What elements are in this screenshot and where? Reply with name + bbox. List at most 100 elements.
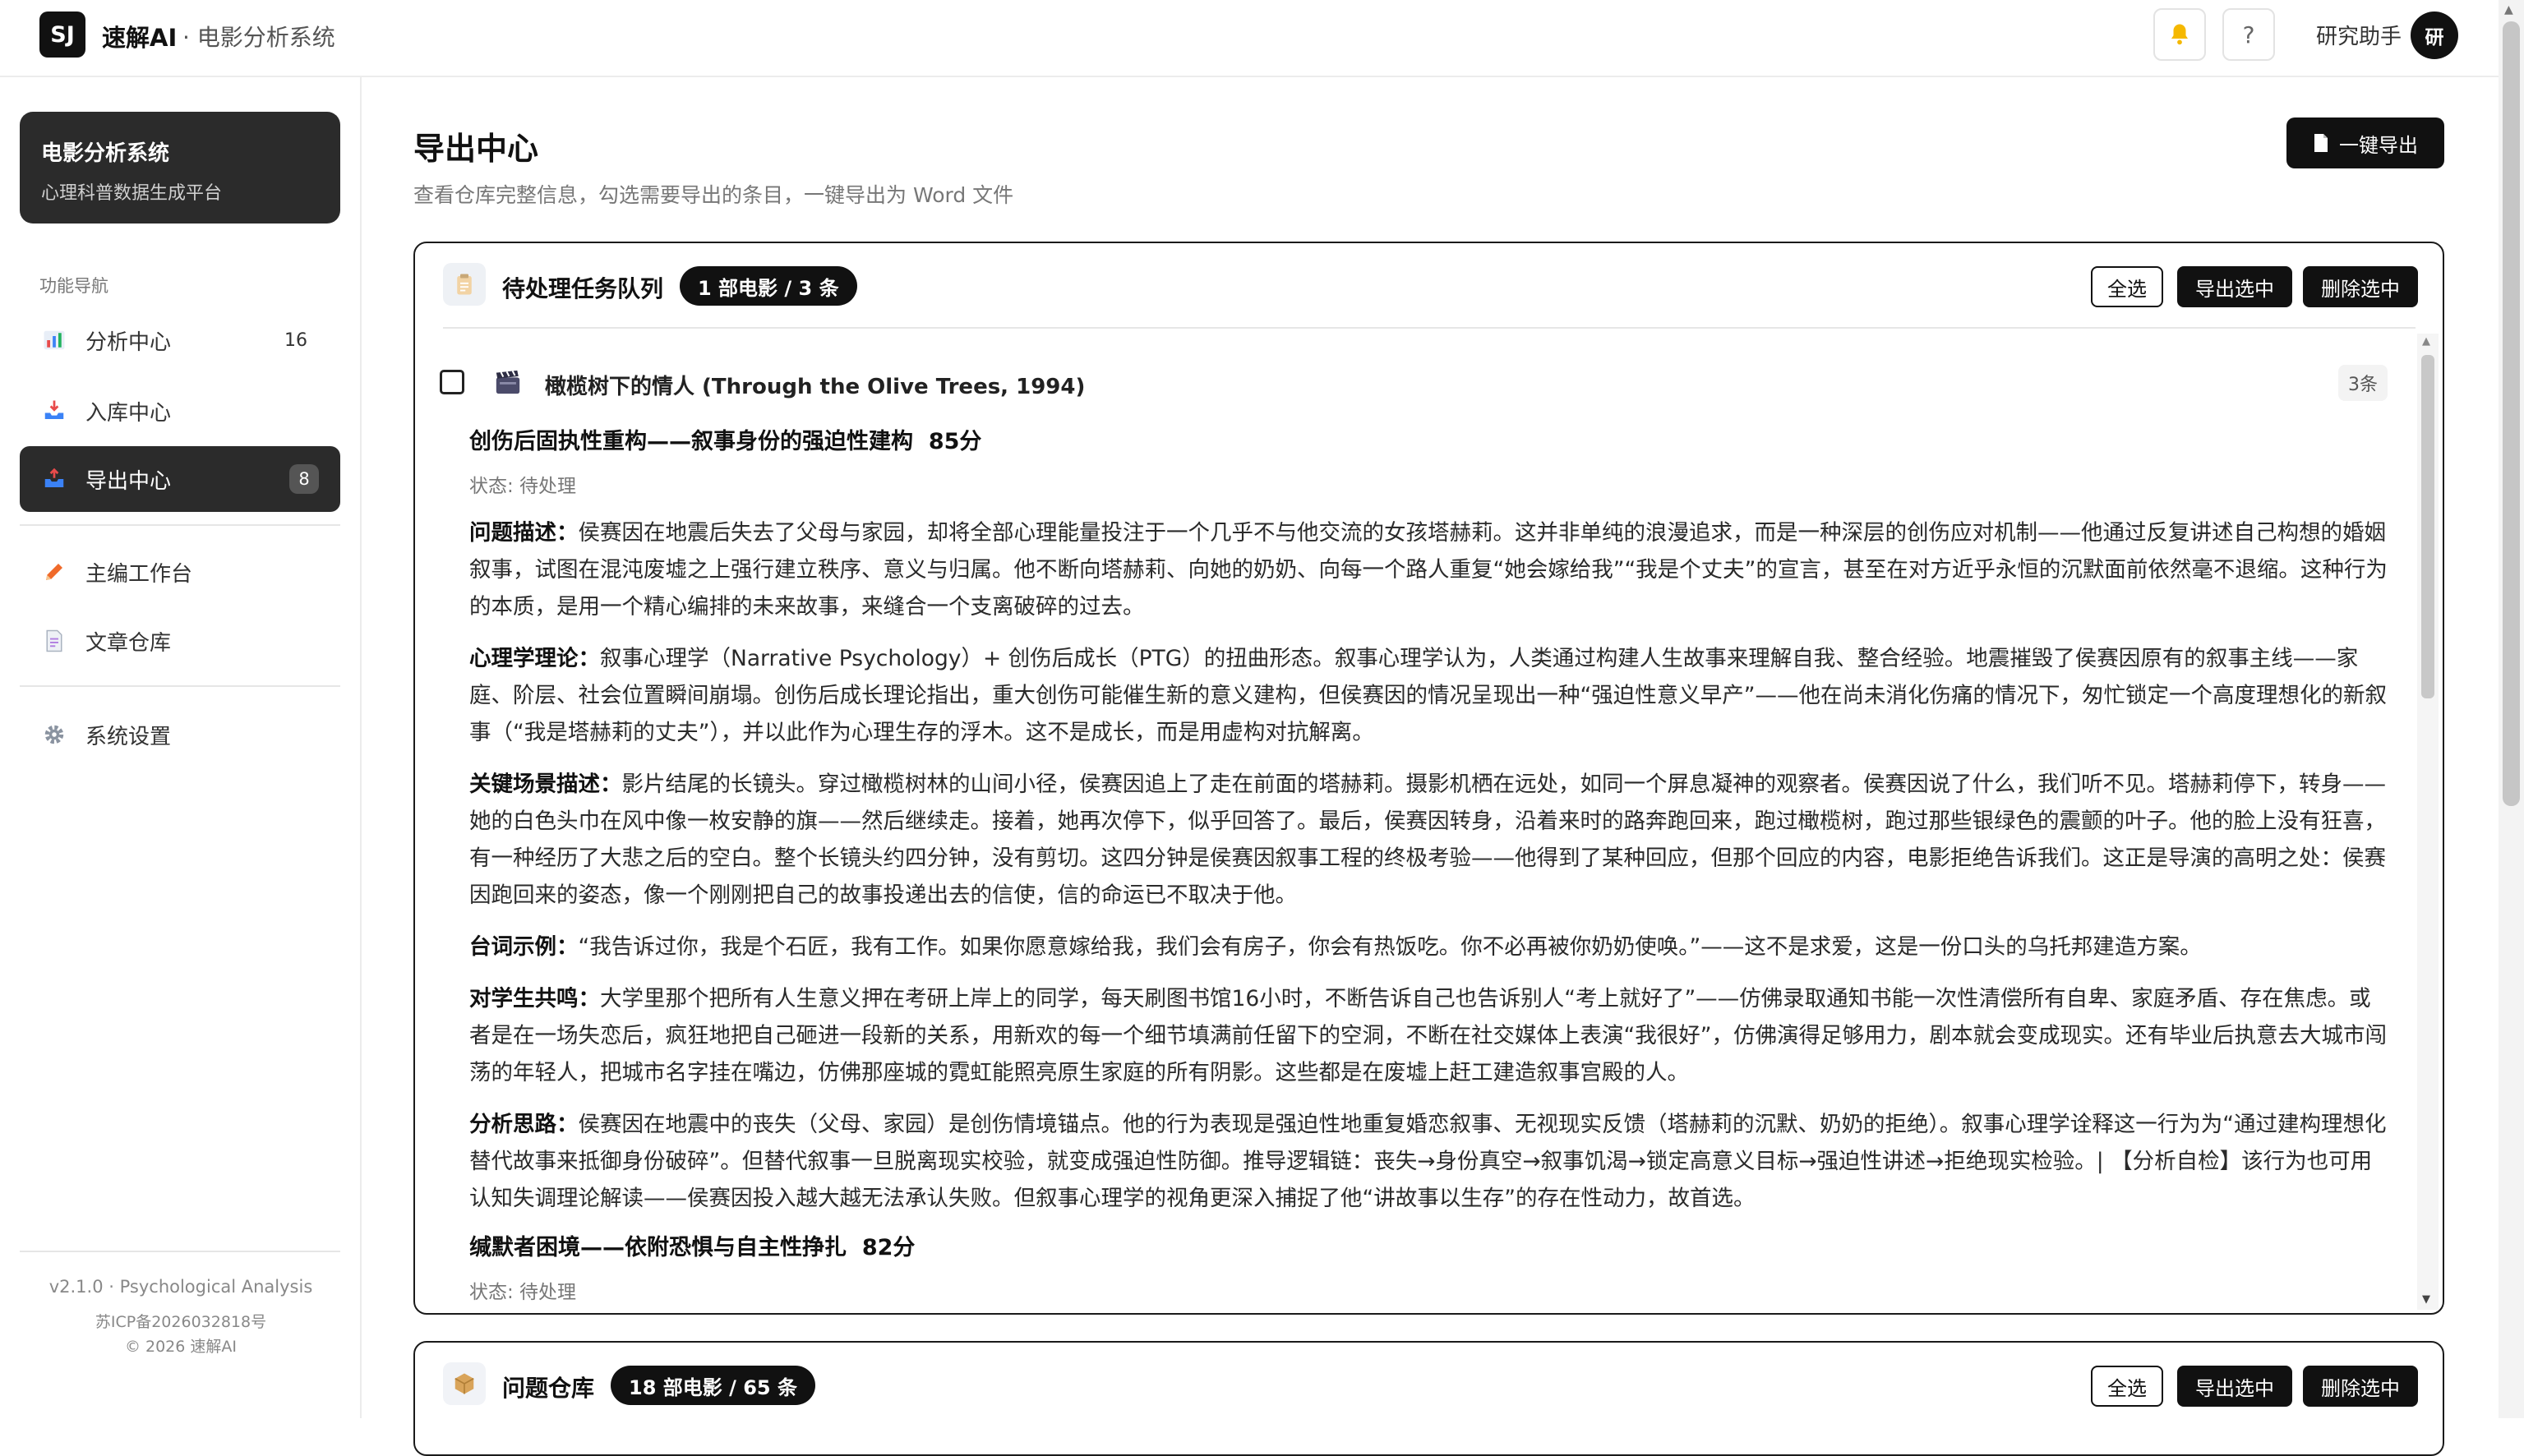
key-scene: 关键场景描述：影片结尾的长镜头。穿过橄榄树林的山间小径，侯赛因追上了走在前面的塔… <box>469 766 2389 914</box>
scroll-down-arrow-icon[interactable]: ▼ <box>2422 1293 2430 1306</box>
sidebar-item-articles[interactable]: 文章仓库 <box>20 608 340 674</box>
scroll-up-arrow-icon[interactable]: ▲ <box>2422 335 2430 348</box>
count-badge: 18 部电影 / 65 条 <box>611 1366 815 1405</box>
movie-row: 橄榄树下的情人 (Through the Olive Trees, 1994) … <box>440 363 2412 412</box>
section-text: 大学里那个把所有人生意义押在考研上岸上的同学，每天刷图书馆16小时，不断告诉自己… <box>469 986 2387 1085</box>
user-name[interactable]: 研究助手 <box>2316 20 2402 50</box>
nav-heading: 功能导航 <box>39 276 108 296</box>
section-label: 分析思路： <box>469 1112 579 1137</box>
sidebar-item-inbox[interactable]: 入库中心 <box>20 378 340 444</box>
document-icon <box>2314 134 2328 152</box>
system-card: 电影分析系统 心理科普数据生成平台 <box>20 112 340 223</box>
divider <box>20 685 340 687</box>
page-title: 导出中心 <box>413 131 539 167</box>
clapperboard-icon <box>494 368 522 396</box>
package-icon <box>443 1362 486 1405</box>
section-label: 对学生共鸣： <box>469 986 600 1011</box>
section-text: “我告诉过你，我是个石匠，我有工作。如果你愿意嫁给我，我们会有房子，你会有热饭吃… <box>578 934 2202 960</box>
content-scrollbar-thumb[interactable] <box>2421 355 2434 698</box>
page-scrollbar-thumb[interactable] <box>2503 21 2520 806</box>
sidebar-item-analysis[interactable]: 分析中心 16 <box>20 307 340 373</box>
divider <box>443 327 2416 329</box>
page-description: 查看仓库完整信息，勾选需要导出的条目，一键导出为 Word 文件 <box>413 183 1014 207</box>
section-text: 影片结尾的长镜头。穿过橄榄树林的山间小径，侯赛因追上了走在前面的塔赫莉。摄影机栖… <box>469 772 2386 908</box>
movie-item-count: 3条 <box>2338 365 2388 401</box>
panel-header: 问题仓库 18 部电影 / 65 条 全选 导出选中 删除选中 <box>415 1343 2443 1426</box>
bar-chart-icon <box>39 325 69 355</box>
export-selected-button[interactable]: 导出选中 <box>2177 266 2292 307</box>
item-status: 状态: 待处理 <box>469 476 577 497</box>
brand-subtitle: · 电影分析系统 <box>182 24 335 51</box>
scroll-up-arrow-icon[interactable]: ▲ <box>2504 3 2513 16</box>
divider <box>20 524 340 526</box>
section-text: 侯赛因在地震中的丧失（父母、家园）是创伤情境锚点。他的行为表现是强迫性地重复婚恋… <box>469 1112 2387 1211</box>
item-title-row: 创伤后固执性重构——叙事身份的强迫性建构 85分 <box>469 426 2389 458</box>
movie-title[interactable]: 橄榄树下的情人 (Through the Olive Trees, 1994) <box>545 370 1085 400</box>
help-button[interactable]: ? <box>2222 8 2275 61</box>
analysis-approach: 分析思路：侯赛因在地震中的丧失（父母、家园）是创伤情境锚点。他的行为表现是强迫性… <box>469 1106 2389 1217</box>
list-item: 缄默者困境——依附恐惧与自主性挣扎 82分 状态: 待处理 <box>469 1232 2389 1304</box>
question-repo-panel: 问题仓库 18 部电影 / 65 条 全选 导出选中 删除选中 <box>413 1341 2444 1456</box>
sidebar-item-label: 入库中心 <box>85 400 172 426</box>
item-title-row: 缄默者困境——依附恐惧与自主性挣扎 82分 <box>469 1232 2389 1265</box>
sidebar-item-editor[interactable]: 主编工作台 <box>20 539 340 605</box>
notification-button[interactable] <box>2153 8 2206 61</box>
clipboard-icon <box>443 263 486 306</box>
dialogue-example: 台词示例：“我告诉过你，我是个石匠，我有工作。如果你愿意嫁给我，我们会有房子，你… <box>469 928 2389 965</box>
panel-header: 待处理任务队列 1 部电影 / 3 条 全选 导出选中 删除选中 <box>415 243 2443 327</box>
system-card-subtitle: 心理科普数据生成平台 <box>41 183 223 204</box>
select-all-button[interactable]: 全选 <box>2091 1366 2163 1407</box>
section-label: 心理学理论： <box>469 646 600 671</box>
icp-link[interactable]: 苏ICP备2026032818号 <box>0 1310 362 1332</box>
sidebar-item-export[interactable]: 导出中心 8 <box>20 446 340 512</box>
pending-queue-panel: 待处理任务队列 1 部电影 / 3 条 全选 导出选中 删除选中 橄榄树下的情人… <box>413 242 2444 1315</box>
problem-description: 问题描述：侯赛因在地震后失去了父母与家园，却将全部心理能量投注于一个几乎不与他交… <box>469 514 2389 625</box>
document-icon <box>39 626 69 656</box>
bell-icon <box>2171 24 2188 45</box>
section-label: 关键场景描述： <box>469 772 622 797</box>
select-all-button[interactable]: 全选 <box>2091 266 2163 307</box>
sidebar-item-label: 文章仓库 <box>85 630 172 656</box>
section-text: 侯赛因在地震后失去了父母与家园，却将全部心理能量投注于一个几乎不与他交流的女孩塔… <box>469 520 2388 620</box>
item-score: 85分 <box>928 429 982 454</box>
avatar[interactable]: 研 <box>2411 12 2458 59</box>
pencil-icon <box>39 557 69 587</box>
sidebar-item-label: 系统设置 <box>85 724 172 749</box>
export-all-button[interactable]: 一键导出 <box>2286 117 2444 168</box>
logo[interactable]: SJ <box>39 12 85 58</box>
section-label: 台词示例： <box>469 934 579 960</box>
section-label: 问题描述： <box>469 520 579 546</box>
item-list: 创伤后固执性重构——叙事身份的强迫性建构 85分 状态: 待处理 问题描述：侯赛… <box>469 426 2389 1320</box>
list-item: 创伤后固执性重构——叙事身份的强迫性建构 85分 状态: 待处理 问题描述：侯赛… <box>469 426 2389 1217</box>
brand-name: 速解AI <box>102 24 178 52</box>
delete-selected-button[interactable]: 删除选中 <box>2303 1366 2418 1407</box>
section-text: 叙事心理学（Narrative Psychology）+ 创伤后成长（PTG）的… <box>469 646 2387 745</box>
sidebar-item-settings[interactable]: 系统设置 <box>20 702 340 767</box>
item-title: 缄默者困境——依附恐惧与自主性挣扎 <box>469 1235 847 1260</box>
item-status: 状态: 待处理 <box>469 1282 577 1303</box>
inbox-icon <box>39 396 69 426</box>
sidebar-item-label: 分析中心 <box>85 329 172 355</box>
panel-title: 问题仓库 <box>502 1375 595 1402</box>
top-bar: SJ 速解AI · 电影分析系统 ? 研究助手 研 <box>0 0 2499 77</box>
item-score: 82分 <box>861 1235 916 1260</box>
movie-checkbox[interactable] <box>440 370 464 394</box>
sidebar: 电影分析系统 心理科普数据生成平台 功能导航 分析中心 16 入库中心 导出中心… <box>0 77 362 1418</box>
copyright-text: © 2026 速解AI <box>124 1338 238 1356</box>
export-selected-button[interactable]: 导出选中 <box>2177 1366 2292 1407</box>
divider <box>20 1251 340 1252</box>
panel-title: 待处理任务队列 <box>502 275 664 302</box>
export-all-label: 一键导出 <box>2339 133 2418 157</box>
delete-selected-button[interactable]: 删除选中 <box>2303 266 2418 307</box>
export-icon <box>39 464 69 494</box>
count-badge: 1 部电影 / 3 条 <box>680 266 857 306</box>
item-title: 创伤后固执性重构——叙事身份的强迫性建构 <box>469 429 913 454</box>
sidebar-item-count: 16 <box>284 329 307 351</box>
sidebar-item-label: 主编工作台 <box>85 561 193 587</box>
system-card-title: 电影分析系统 <box>41 141 170 166</box>
psychology-theory: 心理学理论：叙事心理学（Narrative Psychology）+ 创伤后成长… <box>469 640 2389 751</box>
sidebar-item-badge: 8 <box>289 464 319 494</box>
student-resonance: 对学生共鸣：大学里那个把所有人生意义押在考研上岸上的同学，每天刷图书馆16小时，… <box>469 980 2389 1091</box>
version-text: v2.1.0 · Psychological Analysis <box>48 1277 313 1297</box>
sidebar-item-label: 导出中心 <box>85 468 172 494</box>
